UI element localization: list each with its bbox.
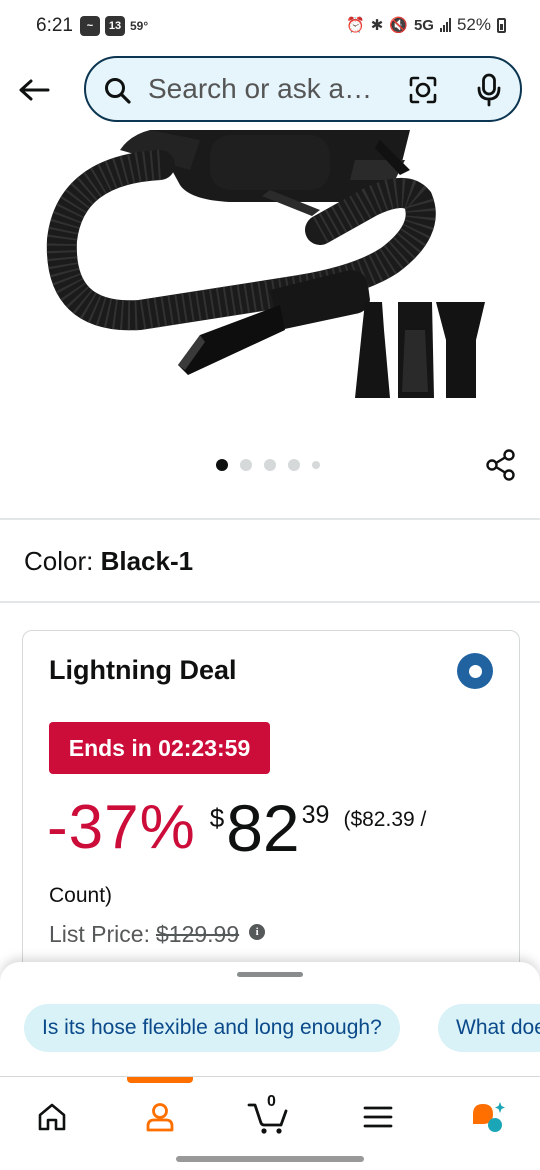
price-fraction: 39: [301, 801, 330, 829]
system-gesture-bar[interactable]: [176, 1156, 364, 1162]
alarm-icon: ⏰: [346, 17, 365, 34]
color-value: Black-1: [100, 546, 194, 576]
image-carousel-dots[interactable]: [216, 459, 320, 471]
list-price-row: List Price: $129.99 i: [49, 921, 266, 948]
back-button[interactable]: [14, 70, 54, 110]
price-whole: 82: [226, 791, 300, 865]
camera-search-icon[interactable]: [408, 75, 438, 105]
nav-account[interactable]: [138, 1095, 182, 1139]
nav-home[interactable]: [30, 1095, 74, 1139]
divider: [0, 518, 540, 520]
signal-icon: [439, 18, 451, 32]
back-arrow-icon: [19, 79, 50, 101]
account-icon: [146, 1103, 174, 1132]
divider: [0, 601, 540, 603]
weather-temperature: 59°: [130, 19, 149, 33]
network-type: 5G: [413, 16, 434, 34]
search-input[interactable]: [148, 58, 392, 120]
product-image-graphic: [46, 130, 485, 398]
info-icon[interactable]: i: [249, 923, 266, 940]
status-system-icons: ⏰ ✱ 🔇 5G 52%: [346, 15, 506, 35]
search-icon: [105, 78, 131, 104]
deal-title: Lightning Deal: [49, 655, 237, 685]
carousel-dot[interactable]: [264, 459, 276, 471]
price-row: -37% $ 82 39 ($82.39 /: [47, 791, 426, 865]
discount-percent: -37%: [47, 793, 196, 862]
status-bar: 6:21 ~ 13 59° ⏰ ✱ 🔇 5G 52%: [0, 0, 540, 52]
carousel-dot[interactable]: [240, 459, 252, 471]
sheet-drag-handle[interactable]: [237, 972, 303, 977]
lightning-deal-card[interactable]: Lightning Deal Ends in 02:23:59 -37% $ 8…: [22, 630, 520, 990]
carousel-dot[interactable]: [312, 461, 320, 469]
calendar-icon: 13: [105, 16, 125, 36]
unit-price: ($82.39 /: [343, 808, 427, 831]
share-icon[interactable]: [484, 448, 518, 482]
list-price-value: $129.99: [155, 921, 240, 947]
suggestion-chip[interactable]: Is its hose flexible and long enough?: [24, 1004, 400, 1052]
list-price-label: List Price:: [49, 921, 150, 947]
home-icon: [38, 1103, 66, 1131]
nav-rufus[interactable]: [466, 1095, 510, 1139]
status-time: 6:21: [36, 15, 73, 36]
color-variant-row[interactable]: Color: Black-1: [24, 546, 193, 577]
color-label: Color:: [24, 546, 94, 576]
search-bar[interactable]: [84, 56, 522, 122]
rufus-assistant-icon: [473, 1102, 505, 1132]
cart-count: 0: [267, 1093, 276, 1110]
battery-percent: 52%: [456, 15, 491, 34]
microphone-icon[interactable]: [476, 73, 502, 107]
deal-radio-button[interactable]: [457, 653, 493, 689]
mute-icon: 🔇: [389, 17, 408, 34]
active-tab-indicator: [127, 1077, 193, 1083]
nav-menu[interactable]: [356, 1095, 400, 1139]
product-image[interactable]: [0, 130, 540, 420]
price-currency-symbol: $: [209, 803, 225, 833]
question-suggestions-sheet: Is its hose flexible and long enough? Wh…: [0, 962, 540, 1076]
menu-icon: [363, 1106, 393, 1128]
deal-timer-badge: Ends in 02:23:59: [49, 722, 270, 774]
suggestion-chip[interactable]: What does it come with?: [438, 1004, 540, 1052]
bluetooth-icon: ✱: [370, 17, 384, 34]
carousel-dot[interactable]: [288, 459, 300, 471]
carousel-dot[interactable]: [216, 459, 228, 471]
battery-icon: [497, 17, 506, 33]
search-header: [0, 52, 540, 130]
unit-price-continued: Count): [49, 884, 113, 907]
status-notification-icons: ~ 13 59°: [80, 16, 148, 36]
activity-icon: ~: [80, 16, 100, 36]
